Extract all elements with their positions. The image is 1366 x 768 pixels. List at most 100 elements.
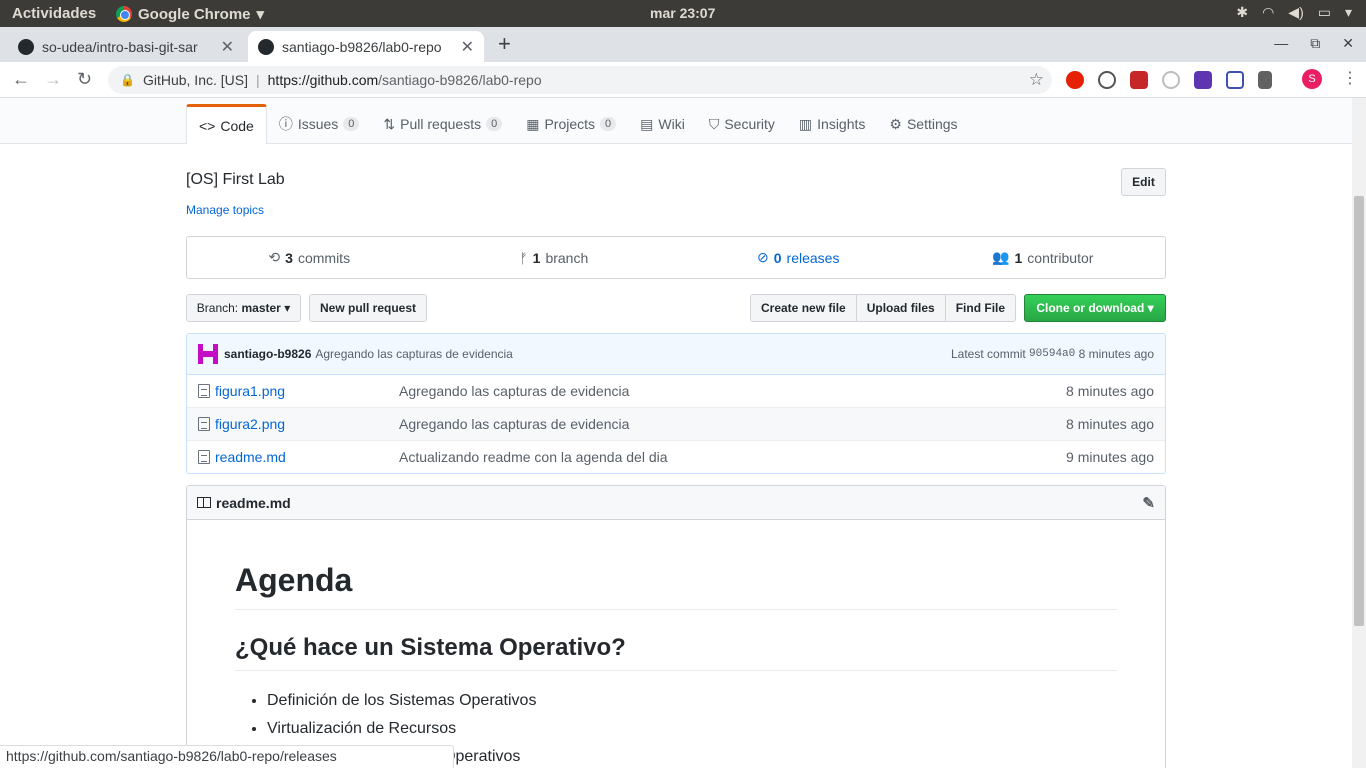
tab-label: Wiki	[658, 116, 685, 132]
toolbar: ← → ↻ 🔒 GitHub, Inc. [US] | https://gith…	[0, 62, 1366, 98]
branches-link[interactable]: ᚠ 1 branch	[432, 237, 677, 278]
clone-or-download-button[interactable]: Clone or download ▾	[1024, 294, 1166, 322]
commit-message[interactable]: Agregando las capturas de evidencia	[315, 347, 512, 361]
clock[interactable]: mar 23:07	[650, 5, 715, 21]
window-controls: — ⧉ ✕	[1274, 35, 1354, 52]
find-file-button[interactable]: Find File	[944, 294, 1017, 322]
contributors-link[interactable]: 👥 1 contributor	[921, 237, 1166, 278]
github-icon	[18, 38, 34, 55]
code-icon: <>	[199, 117, 216, 134]
list-item: Definición de los Sistemas Operativos	[267, 687, 1117, 715]
close-window-icon[interactable]: ✕	[1342, 35, 1354, 52]
pencil-icon[interactable]: ✎	[1142, 494, 1155, 512]
table-row: figura1.png Agregando las capturas de ev…	[187, 374, 1165, 407]
extension-icon-adblock[interactable]	[1066, 71, 1084, 89]
counter-badge: 0	[343, 117, 360, 131]
extension-icon-timer[interactable]	[1162, 71, 1180, 89]
file-commit-message[interactable]: Actualizando readme con la agenda del di…	[399, 449, 1066, 465]
close-icon[interactable]: ✕	[221, 37, 234, 57]
commits-label: commits	[297, 249, 351, 266]
manage-topics-link[interactable]: Manage topics	[186, 203, 264, 217]
shield-icon: ⛉	[708, 115, 720, 132]
clone-label: Clone or download	[1036, 301, 1145, 315]
app-menu[interactable]: Google Chrome ▾	[116, 5, 264, 23]
file-commit-message[interactable]: Agregando las capturas de evidencia	[399, 416, 1066, 432]
scrollbar[interactable]	[1352, 98, 1366, 768]
more-menu-icon[interactable]: ⋮	[1342, 68, 1358, 88]
new-pull-request-button[interactable]: New pull request	[309, 294, 427, 322]
file-icon	[198, 450, 210, 464]
extension-icon-cors[interactable]	[1130, 71, 1148, 89]
close-icon[interactable]: ✕	[461, 37, 474, 57]
file-name[interactable]: figura1.png	[215, 383, 399, 399]
file-icon	[198, 383, 210, 398]
commit-sha[interactable]: 90594a0	[1029, 348, 1075, 360]
tab-pull-requests[interactable]: ⇅ Pull requests 0	[371, 104, 514, 144]
graph-icon: ▥	[798, 115, 813, 132]
file-age: 9 minutes ago	[1066, 449, 1154, 465]
new-tab-button[interactable]: +	[498, 31, 511, 57]
slack-icon[interactable]: ✱	[1236, 4, 1248, 21]
people-icon: 👥	[992, 249, 1010, 265]
contributors-count: 1	[1014, 249, 1023, 266]
system-tray[interactable]: ✱ ◠ ◀) ▭ ▾	[1236, 4, 1352, 21]
commits-link[interactable]: ⟲ 3 commits	[187, 237, 432, 278]
url-path: /santiago-b9826/lab0-repo	[378, 72, 542, 88]
commit-author[interactable]: santiago-b9826	[224, 347, 311, 361]
system-top-bar: Actividades Google Chrome ▾ mar 23:07 ✱ …	[0, 0, 1366, 27]
tab-settings[interactable]: ⚙ Settings	[877, 104, 969, 144]
back-button[interactable]: ←	[12, 69, 30, 90]
tab-security[interactable]: ⛉ Security	[697, 104, 787, 144]
browser-tab-1[interactable]: so-udea/intro-basi-git-sar ✕	[8, 31, 244, 62]
branch-name: master	[241, 301, 281, 315]
extension-icon-purple[interactable]	[1194, 71, 1212, 89]
repo-summary: ⟲ 3 commits ᚠ 1 branch ⊘ 0 releases 👥 1 contribu…	[186, 236, 1166, 279]
tab-insights[interactable]: ▥ Insights	[787, 104, 877, 144]
forward-button[interactable]: →	[44, 69, 62, 90]
extension-icon-code[interactable]	[1098, 71, 1116, 89]
branch-select[interactable]: Branch: master ▾	[186, 294, 301, 322]
upload-files-button[interactable]: Upload files	[855, 294, 946, 322]
counter-badge: 0	[486, 117, 503, 131]
battery-icon: ▭	[1317, 4, 1331, 20]
readme-panel: readme.md ✎ Agenda ¿Qué hace un Sistema …	[186, 485, 1166, 768]
tab-projects[interactable]: ▦ Projects 0	[514, 104, 628, 144]
pull-request-icon: ⇅	[383, 115, 396, 132]
tab-label: Security	[724, 116, 775, 132]
extension-icon-gray[interactable]	[1258, 71, 1272, 89]
tab-label: Pull requests	[400, 116, 482, 132]
bookmark-star-icon[interactable]: ☆	[1029, 70, 1044, 90]
edit-button[interactable]: Edit	[1121, 168, 1166, 196]
releases-label: releases	[786, 249, 840, 266]
branch-label: branch	[545, 249, 589, 266]
file-commit-message[interactable]: Agregando las capturas de evidencia	[399, 383, 1066, 399]
wifi-icon: ◠	[1262, 4, 1275, 20]
table-row: readme.md Actualizando readme con la age…	[187, 440, 1165, 473]
create-new-file-button[interactable]: Create new file	[750, 294, 857, 322]
scrollbar-thumb[interactable]	[1354, 196, 1364, 626]
address-bar[interactable]: 🔒 GitHub, Inc. [US] | https://github.com…	[108, 66, 1052, 94]
activities-button[interactable]: Actividades	[12, 5, 96, 22]
chevron-down-icon[interactable]: ▾	[1345, 4, 1352, 21]
file-name[interactable]: figura2.png	[215, 416, 399, 432]
minimize-icon[interactable]: —	[1274, 35, 1288, 52]
caret-down-icon: ▾	[1147, 301, 1154, 315]
app-menu-label: Google Chrome	[138, 5, 251, 23]
extension-icon-tag[interactable]	[1226, 71, 1244, 89]
restore-icon[interactable]: ⧉	[1310, 35, 1320, 52]
avatar[interactable]	[198, 344, 218, 364]
tab-issues[interactable]: ⓘ Issues 0	[267, 104, 372, 144]
divider: |	[256, 72, 260, 88]
gear-icon: ⚙	[889, 115, 902, 132]
browser-tab-2[interactable]: santiago-b9826/lab0-repo ✕	[248, 31, 484, 62]
releases-link[interactable]: ⊘ 0 releases	[676, 237, 921, 278]
repo-description: [OS] First Lab	[186, 171, 285, 188]
table-row: figura2.png Agregando las capturas de ev…	[187, 407, 1165, 440]
tab-label: Code	[220, 117, 254, 134]
lock-icon[interactable]: 🔒	[120, 73, 135, 87]
reload-button[interactable]: ↻	[77, 69, 92, 90]
tab-wiki[interactable]: ▤ Wiki	[628, 104, 697, 144]
profile-avatar[interactable]: S	[1302, 69, 1322, 89]
tab-code[interactable]: <> Code	[186, 104, 267, 144]
file-name[interactable]: readme.md	[215, 449, 399, 465]
